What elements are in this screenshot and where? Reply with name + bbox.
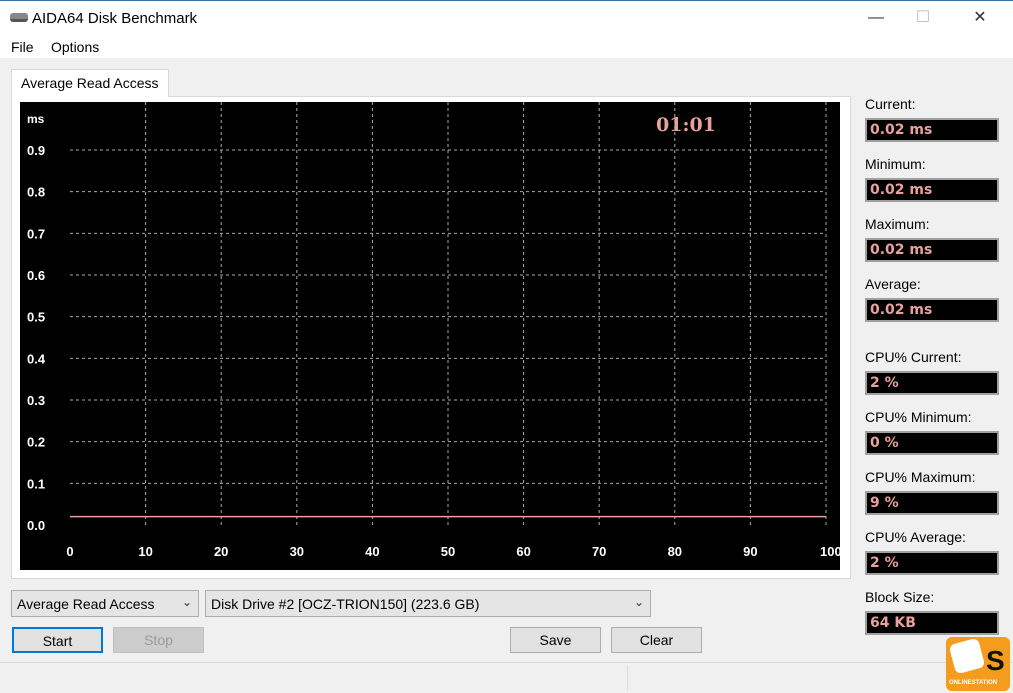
- stat-label: Block Size:: [865, 589, 935, 605]
- y-tick-label: 0.6: [27, 268, 45, 283]
- stat-label: CPU% Current:: [865, 349, 962, 365]
- chart-area: 0.0 0.1 0.2 0.3 0.4 0.5 0.6 0.7 0.8 0.9 ms 0 10 20 30 4…: [20, 102, 857, 570]
- x-tick-label: 30: [290, 544, 304, 559]
- close-button[interactable]: ✕: [957, 1, 1003, 35]
- y-tick-label: 0.3: [27, 393, 45, 408]
- start-button[interactable]: Start: [12, 627, 103, 653]
- elapsed-timer: 01:01: [656, 114, 716, 136]
- y-tick-label: 0.8: [27, 185, 45, 200]
- y-axis-label: ms: [27, 112, 45, 126]
- tab-average-read-access[interactable]: Average Read Access: [11, 69, 169, 97]
- stat-value: 2 %: [865, 551, 999, 575]
- menu-file[interactable]: File: [11, 39, 34, 55]
- stat-value: 0.02 ms: [865, 178, 999, 202]
- stop-button[interactable]: Stop: [113, 627, 204, 653]
- x-tick-label: 20: [214, 544, 228, 559]
- y-tick-label: 0.2: [27, 435, 45, 450]
- menu-bar: File Options: [0, 36, 1013, 58]
- chevron-down-icon: ⌄: [181, 595, 192, 609]
- x-tick-label: 50: [441, 544, 455, 559]
- stat-value: 9 %: [865, 491, 999, 515]
- drive-value: Disk Drive #2 [OCZ-TRION150] (223.6 GB): [211, 596, 480, 612]
- y-tick-label: 0.9: [27, 143, 45, 158]
- stat-label: Maximum:: [865, 216, 930, 232]
- x-tick-label: 40: [365, 544, 379, 559]
- x-tick-label: 0: [66, 544, 73, 559]
- x-tick-label: 70: [592, 544, 606, 559]
- stat-value: 2 %: [865, 371, 999, 395]
- logo-letter: S: [986, 645, 1005, 676]
- stat-label: Current:: [865, 96, 916, 112]
- maximize-button[interactable]: ☐: [900, 1, 946, 35]
- stat-label: CPU% Maximum:: [865, 469, 976, 485]
- x-tick-label: 80: [668, 544, 682, 559]
- status-divider: [627, 665, 628, 691]
- stat-label: CPU% Minimum:: [865, 409, 972, 425]
- y-tick-label: 0.7: [27, 226, 45, 241]
- x-tick-label: 60: [516, 544, 530, 559]
- y-tick-label: 0.4: [27, 351, 46, 366]
- y-tick-label: 0.5: [27, 310, 45, 325]
- menu-options[interactable]: Options: [51, 39, 99, 55]
- x-tick-label: 90: [743, 544, 757, 559]
- stat-value: 0 %: [865, 431, 999, 455]
- save-button[interactable]: Save: [510, 627, 601, 653]
- x-tick-label: 100 %: [820, 544, 840, 559]
- stat-value: 0.02 ms: [865, 118, 999, 142]
- window-title: AIDA64 Disk Benchmark: [32, 10, 198, 27]
- watermark-logo: S ONLINESTATION: [946, 637, 1010, 691]
- stat-label: CPU% Average:: [865, 529, 966, 545]
- test-type-select[interactable]: Average Read Access ⌄: [11, 590, 199, 617]
- chevron-down-icon: ⌄: [633, 595, 644, 609]
- stat-value: 64 KB: [865, 611, 999, 635]
- stat-value: 0.02 ms: [865, 238, 999, 262]
- minimize-button[interactable]: —: [853, 1, 899, 35]
- y-tick-label: 0.0: [27, 518, 45, 533]
- logo-square-icon: [948, 637, 986, 675]
- logo-text: ONLINESTATION: [949, 680, 998, 686]
- stat-label: Average:: [865, 276, 921, 292]
- chart-svg: 0.0 0.1 0.2 0.3 0.4 0.5 0.6 0.7 0.8 0.9 ms 0 10 20 30 4…: [27, 102, 857, 559]
- x-tick-label: 10: [138, 544, 152, 559]
- stat-value: 0.02 ms: [865, 298, 999, 322]
- clear-button[interactable]: Clear: [611, 627, 702, 653]
- title-bar: AIDA64 Disk Benchmark — ☐ ✕: [0, 0, 1013, 36]
- stat-label: Minimum:: [865, 156, 926, 172]
- drive-select[interactable]: Disk Drive #2 [OCZ-TRION150] (223.6 GB) ⌄: [205, 590, 651, 617]
- disk-icon: [10, 13, 28, 22]
- status-bar: [0, 662, 1013, 693]
- test-type-value: Average Read Access: [17, 596, 155, 612]
- y-tick-label: 0.1: [27, 476, 45, 491]
